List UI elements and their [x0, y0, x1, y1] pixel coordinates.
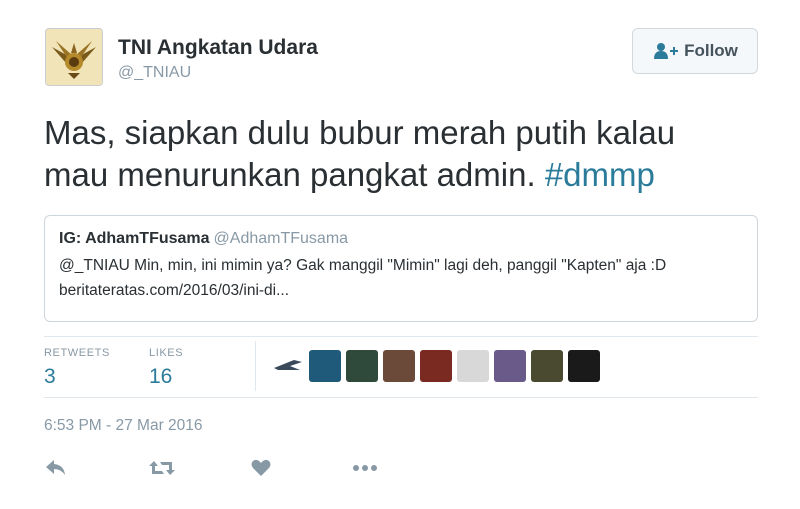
reply-icon: [46, 460, 65, 475]
liker-avatar[interactable]: [494, 350, 526, 382]
quoted-tweet-handle: @AdhamTFusama: [213, 230, 349, 247]
user-handle[interactable]: @_TNIAU: [118, 64, 191, 82]
liker-avatar[interactable]: [457, 350, 489, 382]
liker-avatar[interactable]: [383, 350, 415, 382]
follow-button[interactable]: Follow: [632, 28, 758, 74]
tweet-actions: [44, 455, 444, 481]
tweet-timestamp[interactable]: 6:53 PM - 27 Mar 2016: [44, 417, 203, 435]
retweets-count: 3: [44, 365, 56, 388]
likes-count: 16: [149, 365, 173, 388]
quoted-tweet-name: IG: AdhamTFusama: [59, 230, 210, 247]
liker-avatar[interactable]: [531, 350, 563, 382]
add-user-icon: [652, 41, 680, 61]
retweets-label: RETWEETS: [44, 347, 110, 359]
more-button[interactable]: [352, 455, 378, 481]
avatar[interactable]: [45, 28, 103, 86]
more-icon: [353, 465, 377, 471]
quoted-tweet[interactable]: IG: AdhamTFusama @AdhamTFusama @_TNIAU Mi…: [44, 215, 758, 322]
stats-separator: [255, 341, 256, 391]
like-icon: [251, 459, 271, 476]
display-name[interactable]: TNI Angkatan Udara: [118, 36, 318, 60]
liker-avatar[interactable]: [309, 350, 341, 382]
liker-avatar[interactable]: [346, 350, 378, 382]
retweet-icon: [149, 461, 175, 475]
divider: [44, 397, 758, 398]
liker-avatar[interactable]: [568, 350, 600, 382]
divider: [44, 336, 758, 337]
likes-stat[interactable]: LIKES 16: [149, 347, 183, 389]
like-button[interactable]: [250, 455, 272, 481]
tweet-text: Mas, siapkan dulu bubur merah putih kala…: [44, 112, 744, 196]
hashtag-link[interactable]: #dmmp: [545, 156, 655, 193]
liker-avatar[interactable]: [420, 350, 452, 382]
reply-button[interactable]: [44, 455, 68, 481]
retweets-stat[interactable]: RETWEETS 3: [44, 347, 110, 389]
follow-label: Follow: [684, 41, 738, 60]
quoted-tweet-text: @_TNIAU Min, min, ini mimin ya? Gak mang…: [59, 257, 667, 299]
likes-label: LIKES: [149, 347, 184, 359]
air-force-emblem-icon: [46, 29, 102, 85]
liker-avatars: [272, 350, 605, 382]
retweet-button[interactable]: [148, 455, 176, 481]
liker-avatar[interactable]: [272, 350, 304, 382]
